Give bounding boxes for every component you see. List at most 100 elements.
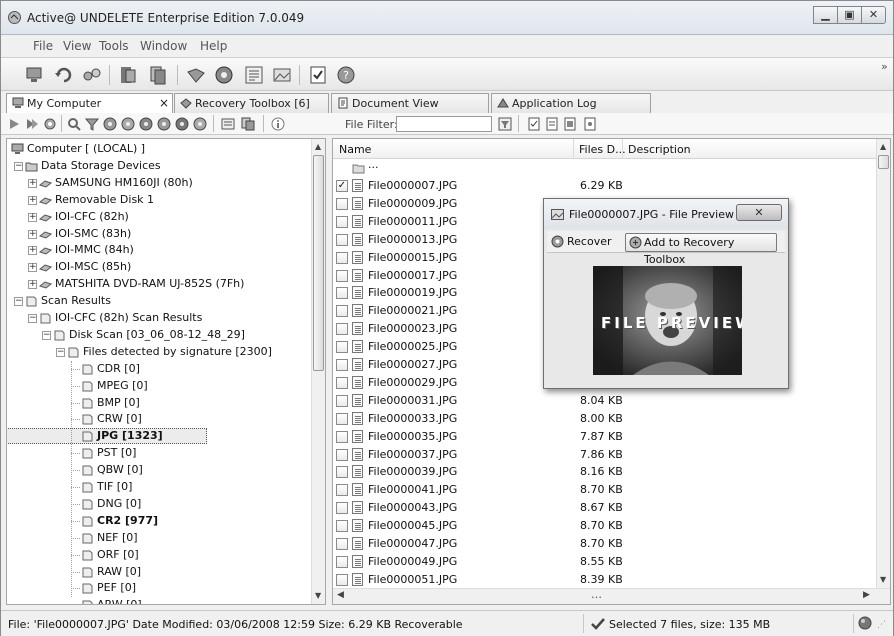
document-icon[interactable] — [563, 117, 577, 131]
file-checkbox[interactable] — [336, 502, 348, 515]
tree-expander-icon[interactable]: − — [14, 161, 23, 171]
scroll-up-icon[interactable]: ▲ — [880, 142, 886, 151]
tree-scroll-thumb[interactable] — [313, 155, 324, 371]
file-checkbox[interactable] — [336, 197, 348, 210]
tree-expander-icon[interactable]: + — [28, 195, 37, 205]
menu-tools[interactable]: Tools — [99, 39, 129, 53]
file-checkbox[interactable] — [336, 484, 348, 497]
disk-icon[interactable] — [103, 117, 117, 131]
file-row[interactable]: File0000051.JPG 8.39 KB — [333, 571, 878, 589]
disk-icon[interactable] — [213, 64, 235, 86]
file-checkbox[interactable] — [336, 412, 348, 425]
scroll-right-icon[interactable]: ▶ — [863, 590, 870, 600]
file-checkbox[interactable] — [336, 269, 348, 282]
file-checkbox[interactable] — [336, 573, 348, 586]
add-to-recovery-toolbox-button[interactable]: Add to Recovery Toolbox — [625, 233, 777, 266]
column-description[interactable]: Description — [628, 143, 691, 156]
file-row[interactable]: File0000033.JPG 8.00 KB — [333, 410, 878, 428]
disk-icon[interactable] — [193, 117, 207, 131]
resize-grip-icon[interactable]: ⋰ — [877, 620, 886, 630]
image-view-icon[interactable] — [271, 64, 293, 86]
menu-window[interactable]: Window — [140, 39, 187, 53]
file-checkbox[interactable]: ✓ — [336, 180, 348, 192]
scroll-left-icon[interactable]: ◀ — [337, 590, 344, 600]
select-all-icon[interactable] — [527, 117, 541, 131]
file-row[interactable]: File0000041.JPG 8.70 KB — [333, 481, 878, 499]
column-name[interactable]: Name — [339, 143, 371, 156]
tree-expander-icon[interactable]: − — [14, 297, 23, 307]
scan-icon[interactable] — [67, 117, 81, 131]
close-icon[interactable]: ✕ — [861, 6, 886, 24]
tab-recovery-toolbox[interactable]: Recovery Toolbox [6] — [174, 93, 329, 113]
file-checkbox[interactable] — [336, 251, 348, 264]
apply-filter-icon[interactable] — [498, 117, 512, 131]
list-horizontal-scrollbar[interactable]: ◀ … ▶ — [333, 588, 890, 604]
tab-document-view[interactable]: Document View — [331, 93, 489, 113]
disk-image-icon[interactable] — [117, 64, 139, 86]
menu-view[interactable]: View — [63, 39, 91, 53]
file-row[interactable]: File0000037.JPG 7.86 KB — [333, 446, 878, 464]
file-checkbox[interactable] — [336, 287, 348, 300]
scroll-grip-icon[interactable]: … — [591, 588, 602, 601]
file-checkbox[interactable] — [336, 359, 348, 371]
close-tab-icon[interactable]: × — [159, 96, 169, 110]
disk-icon[interactable] — [139, 117, 153, 131]
file-checkbox[interactable] — [336, 520, 348, 533]
file-checkbox[interactable] — [336, 394, 348, 407]
scroll-up-icon[interactable]: ▲ — [315, 142, 321, 151]
gear-icon[interactable] — [43, 117, 57, 131]
parent-folder-row[interactable]: ... — [333, 158, 878, 177]
file-checkbox[interactable] — [336, 305, 348, 318]
checklist-icon[interactable] — [307, 64, 329, 86]
file-checkbox[interactable] — [336, 538, 348, 550]
menu-help[interactable]: Help — [200, 39, 227, 53]
minimize-icon[interactable]: ▁ — [813, 6, 838, 24]
file-row[interactable]: File0000043.JPG 8.67 KB — [333, 499, 878, 517]
file-checkbox[interactable] — [336, 448, 348, 461]
properties-icon[interactable] — [583, 117, 597, 131]
column-divider[interactable] — [622, 139, 623, 159]
scroll-down-icon[interactable]: ▼ — [315, 591, 321, 600]
file-row[interactable]: File0000049.JPG 8.55 KB — [333, 553, 878, 571]
file-checkbox[interactable] — [336, 376, 348, 389]
file-row[interactable]: File0000039.JPG 8.16 KB — [333, 463, 878, 481]
play-all-icon[interactable] — [25, 117, 39, 131]
file-row[interactable]: File0000031.JPG 8.04 KB — [333, 392, 878, 410]
file-checkbox[interactable] — [336, 215, 348, 228]
file-row[interactable]: File0000035.JPG 7.87 KB — [333, 428, 878, 446]
file-row[interactable]: File0000047.JPG 8.70 KB — [333, 535, 878, 553]
document-icon[interactable] — [545, 117, 559, 131]
file-checkbox[interactable] — [336, 233, 348, 246]
tab-application-log[interactable]: Application Log — [491, 93, 651, 113]
computer-icon[interactable] — [24, 64, 46, 86]
list-scrollbar[interactable]: ▲ ▼ — [876, 139, 890, 588]
tree-expander-icon[interactable]: − — [28, 314, 37, 323]
tree-scrollbar[interactable]: ▲ ▼ — [311, 139, 325, 604]
filter-icon[interactable] — [85, 117, 99, 131]
copy-icon[interactable] — [241, 117, 255, 131]
device-tree[interactable]: ▲ ▼ Computer [ (LOCAL) ] − Data Storage De… — [6, 138, 326, 605]
disk-icon[interactable] — [157, 117, 171, 131]
file-row[interactable]: File0000045.JPG 8.70 KB — [333, 517, 878, 535]
maximize-icon[interactable]: ▣ — [837, 6, 862, 24]
tree-expander-icon[interactable]: + — [28, 178, 37, 188]
help-icon[interactable]: ? — [335, 64, 357, 86]
file-checkbox[interactable] — [336, 466, 348, 479]
close-preview-icon[interactable]: ✕ — [736, 204, 782, 221]
file-checkbox[interactable] — [336, 323, 348, 336]
file-filter-input[interactable] — [396, 116, 492, 132]
column-size[interactable]: Files D... — [579, 143, 626, 156]
network-icon[interactable] — [81, 64, 103, 86]
hex-view-icon[interactable] — [221, 117, 235, 131]
file-checkbox[interactable] — [336, 555, 348, 568]
tree-expander-icon[interactable]: + — [28, 280, 37, 290]
disk-icon[interactable] — [121, 117, 135, 131]
recover-button[interactable]: Recover — [549, 233, 612, 252]
tree-expander-icon[interactable]: − — [42, 330, 51, 340]
scroll-down-icon[interactable]: ▼ — [880, 575, 886, 584]
tree-expander-icon[interactable]: + — [28, 212, 37, 222]
disk-icon[interactable] — [175, 117, 189, 131]
tree-expander-icon[interactable]: + — [28, 263, 37, 273]
recover-icon[interactable] — [185, 64, 207, 86]
tree-expander-icon[interactable]: + — [28, 229, 37, 239]
